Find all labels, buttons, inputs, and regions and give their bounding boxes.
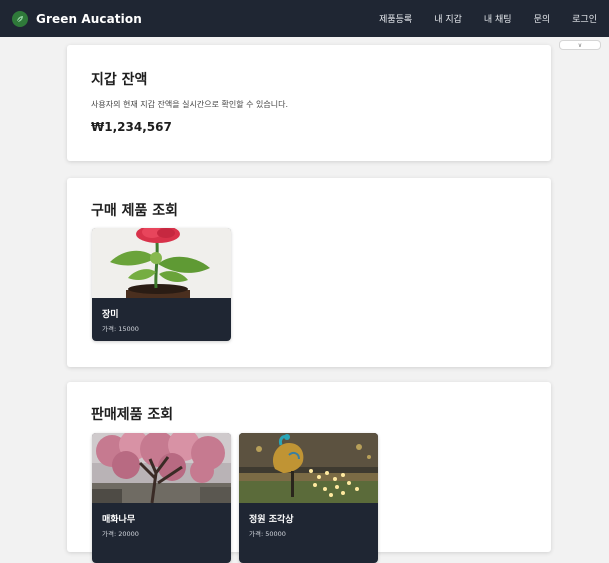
product-card-rose[interactable]: 장미 가격: 15000 (92, 228, 231, 341)
wallet-description: 사용자의 현재 지갑 잔액을 실시간으로 확인할 수 있습니다. (91, 100, 288, 109)
product-name: 정원 조각상 (249, 515, 294, 525)
garden-statue-image (239, 433, 378, 503)
nav-link-login[interactable]: 로그인 (572, 12, 597, 25)
nav-link-inquiry[interactable]: 문의 (534, 12, 551, 25)
product-info: 매화나무 가격: 20000 (92, 503, 231, 538)
top-navbar: Green Aucation 제품등록 내 지갑 내 채팅 문의 로그인 (0, 0, 609, 37)
product-card-garden-statue[interactable]: 정원 조각상 가격: 50000 (239, 433, 378, 563)
product-price: 가격: 15000 (102, 325, 139, 333)
purchased-title: 구매 제품 조회 (91, 203, 179, 219)
chevron-down-icon: ∨ (577, 41, 583, 49)
wallet-balance: ₩1,234,567 (91, 120, 172, 134)
product-card-plum-tree[interactable]: 매화나무 가격: 20000 (92, 433, 231, 563)
dropdown-toggle[interactable]: ∨ (559, 40, 601, 50)
wallet-title: 지갑 잔액 (91, 72, 148, 88)
nav-links: 제품등록 내 지갑 내 채팅 문의 로그인 (379, 12, 597, 25)
product-info: 정원 조각상 가격: 50000 (239, 503, 378, 538)
sold-title: 판매제품 조회 (91, 407, 174, 423)
plum-tree-image (92, 433, 231, 503)
nav-link-my-chat[interactable]: 내 채팅 (484, 12, 512, 25)
leaf-logo-icon[interactable] (12, 10, 28, 27)
brand-name[interactable]: Green Aucation (36, 12, 142, 26)
nav-link-product-register[interactable]: 제품등록 (379, 12, 412, 25)
product-name: 장미 (102, 310, 119, 320)
wallet-card: 지갑 잔액 사용자의 현재 지갑 잔액을 실시간으로 확인할 수 있습니다. ₩… (67, 45, 551, 161)
purchased-products-card: 구매 제품 조회 장미 가격: 15000 (67, 178, 551, 367)
product-name: 매화나무 (102, 515, 136, 525)
product-info: 장미 가격: 15000 (92, 298, 231, 333)
nav-link-my-wallet[interactable]: 내 지갑 (434, 12, 462, 25)
sold-products-card: 판매제품 조회 매화나무 가격: 20000 정원 조각상 가격: 50000 (67, 382, 551, 563)
rose-image (92, 228, 231, 298)
